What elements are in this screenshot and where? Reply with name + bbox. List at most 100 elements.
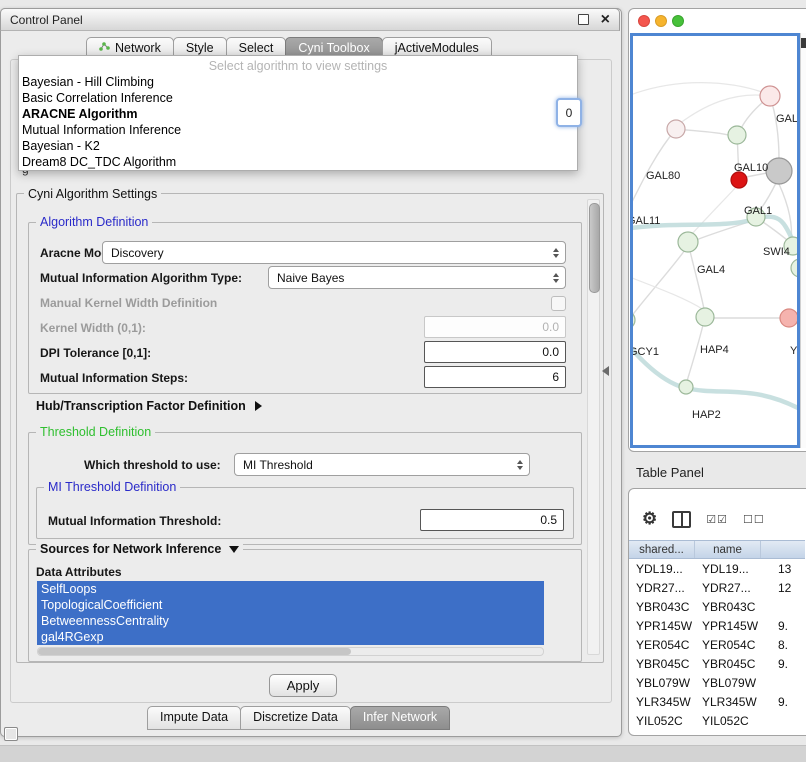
edge (633, 250, 685, 322)
node-gal80[interactable] (667, 120, 685, 138)
algorithm-option[interactable]: Basic Correlation Inference (19, 90, 577, 106)
unchecked-boxes-icon[interactable]: ☐☐ (743, 513, 765, 526)
close-icon[interactable]: × (601, 14, 610, 26)
cell-name: YPR145W (695, 619, 761, 633)
table-row[interactable]: YIL052C YIL052C (629, 711, 805, 730)
gear-icon[interactable]: ⚙ (642, 509, 657, 529)
cell-name: YBR045C (695, 657, 761, 671)
cell-name: YER054C (695, 638, 761, 652)
table-row[interactable]: YPR145W YPR145W 9. (629, 616, 805, 635)
attribute-item-selected[interactable]: gal4RGexp (37, 629, 544, 645)
table-row[interactable]: YER054C YER054C 8. (629, 635, 805, 654)
node[interactable] (780, 309, 797, 327)
network-canvas[interactable]: GAL80 GAL80 GAL10 GAL11 GAL1 SWI4 GAL4 G… (630, 33, 800, 448)
algorithm-option[interactable]: Mutual Information Inference (19, 122, 577, 138)
attribute-item-selected[interactable]: SelfLoops (37, 581, 544, 597)
which-threshold-select[interactable]: MI Threshold (234, 453, 530, 476)
kernel-width-label: Kernel Width (0,1): (40, 320, 146, 336)
settings-vertical-scrollbar[interactable] (587, 199, 600, 655)
expand-right-icon (255, 401, 262, 411)
attributes-horizontal-scrollbar[interactable] (37, 647, 544, 656)
algorithm-option[interactable]: Dream8 DC_TDC Algorithm (19, 154, 577, 170)
node-label: GAL4 (697, 264, 725, 276)
panel-resize-handle[interactable] (602, 366, 609, 376)
algorithm-option-selected[interactable]: ARACNE Algorithm (19, 106, 577, 122)
scrollbar-thumb[interactable] (589, 203, 600, 293)
mi-threshold-field[interactable]: 0.5 (420, 509, 564, 531)
chevron-updown-icon (553, 273, 559, 283)
mi-type-select[interactable]: Naive Bayes (268, 266, 566, 289)
table-row[interactable]: YDR27... YDR27... 12 (629, 578, 805, 597)
close-traffic-light[interactable] (638, 15, 650, 27)
node-gal10[interactable] (731, 172, 747, 188)
column-view-icon[interactable] (672, 511, 691, 528)
tab-label: Network (115, 41, 161, 56)
column-header-clipped[interactable] (761, 541, 805, 558)
table-row[interactable]: YLR345W YLR345W 9. (629, 692, 805, 711)
algorithm-option[interactable]: Bayesian - K2 (19, 138, 577, 154)
table-row[interactable]: YBL079W YBL079W (629, 673, 805, 692)
kernel-width-field[interactable]: 0.0 (424, 316, 566, 338)
tab-label: Infer Network (363, 710, 437, 725)
mi-type-value: Naive Bayes (277, 271, 344, 285)
cell-name: YBL079W (695, 676, 761, 690)
aracne-mode-select[interactable]: Discovery (102, 241, 566, 264)
dpi-tolerance-value: 0.0 (542, 345, 559, 359)
tab-impute-data[interactable]: Impute Data (147, 706, 241, 730)
kernel-width-value: 0.0 (542, 320, 559, 334)
float-window-icon[interactable] (578, 14, 589, 25)
tab-label: Impute Data (160, 710, 228, 725)
node[interactable] (728, 126, 746, 144)
dpi-tolerance-label: DPI Tolerance [0,1]: (40, 345, 151, 361)
focused-spinner-field[interactable]: 0 (556, 98, 582, 127)
manual-kernel-checkbox[interactable] (551, 296, 566, 311)
dpi-tolerance-field[interactable]: 0.0 (424, 341, 566, 363)
node[interactable] (766, 158, 792, 184)
attribute-item-selected[interactable]: BetweennessCentrality (37, 613, 544, 629)
mi-steps-field[interactable]: 6 (424, 366, 566, 388)
docked-panel-icon[interactable] (4, 727, 18, 741)
network-graph: GAL80 GAL80 GAL10 GAL11 GAL1 SWI4 GAL4 G… (633, 36, 797, 445)
edge (690, 251, 704, 309)
apply-button[interactable]: Apply (269, 674, 337, 697)
attribute-item-selected[interactable]: TopologicalCoefficient (37, 597, 544, 613)
aracne-mode-value: Discovery (111, 246, 164, 260)
node-label: GAL10 (734, 162, 768, 174)
cell-name: YDL19... (695, 562, 761, 576)
zoom-traffic-light[interactable] (672, 15, 684, 27)
column-header-shared-name[interactable]: shared... (629, 541, 695, 558)
network-vertical-scrollbar[interactable] (800, 33, 806, 448)
cell-shared-name: YBR045C (629, 657, 695, 671)
table-row[interactable]: YBR045C YBR045C 9. (629, 654, 805, 673)
cell-value: 9. (761, 695, 805, 709)
minimize-traffic-light[interactable] (655, 15, 667, 27)
checked-boxes-icon[interactable]: ☑☑ (706, 513, 728, 526)
chevron-updown-icon (517, 460, 523, 470)
node-label: GAL80 (646, 170, 680, 182)
cell-shared-name: YBR043C (629, 600, 695, 614)
node[interactable] (791, 259, 797, 277)
node-hap4[interactable] (696, 308, 714, 326)
tab-infer-network[interactable]: Infer Network (350, 706, 450, 730)
table-row[interactable]: YBR043C YBR043C (629, 597, 805, 616)
edge (633, 83, 765, 94)
node-label: GAL11 (633, 215, 660, 227)
tab-discretize-data[interactable]: Discretize Data (240, 706, 351, 730)
tab-label: Cyni Toolbox (298, 41, 369, 56)
table-row[interactable]: YDL19... YDL19... 13 (629, 559, 805, 578)
scrollbar-thumb[interactable] (38, 648, 351, 655)
algorithm-option[interactable]: Bayesian - Hill Climbing (19, 74, 577, 90)
node-hap2[interactable] (679, 380, 693, 394)
cell-value: 13 (761, 562, 805, 576)
table-toolbar: ⚙ ☑☑ ☐☐ (642, 506, 765, 532)
algorithm-popup-placeholder: Select algorithm to view settings (19, 58, 577, 74)
hub-definition-expander[interactable]: Hub/Transcription Factor Definition (36, 399, 262, 413)
node-label: HAP2 (692, 409, 721, 421)
scrollbar-mark[interactable] (801, 38, 806, 48)
node[interactable] (760, 86, 780, 106)
cell-name: YBR043C (695, 600, 761, 614)
column-header-name[interactable]: name (695, 541, 761, 558)
node-gal4[interactable] (678, 232, 698, 252)
bottom-status-strip (0, 745, 806, 762)
sources-collapser[interactable]: Sources for Network Inference (36, 542, 243, 556)
